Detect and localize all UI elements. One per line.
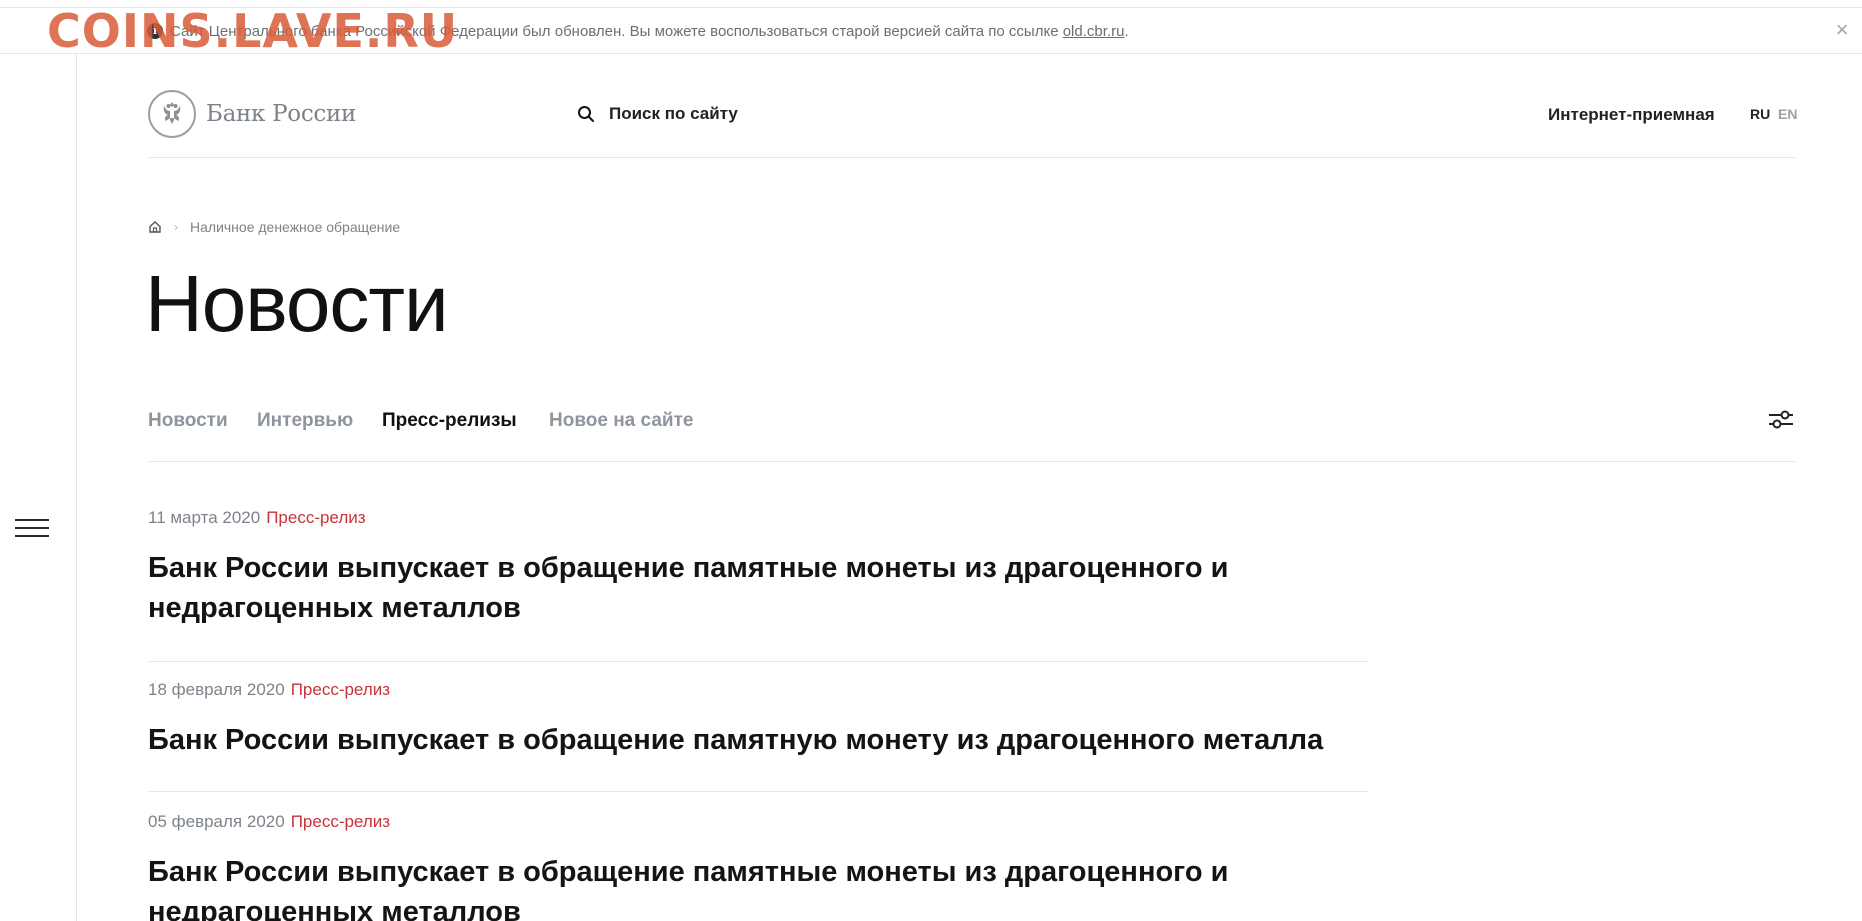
search-label: Поиск по сайту [609, 104, 738, 123]
news-meta: 11 марта 2020 Пресс-релиз [148, 508, 1368, 528]
news-type-link[interactable]: Пресс-релиз [266, 508, 365, 527]
tab-press-releases[interactable]: Пресс-релизы [382, 410, 517, 432]
notice-suffix: . [1124, 23, 1129, 40]
news-type-link[interactable]: Пресс-релиз [291, 680, 390, 699]
news-item: 18 февраля 2020 Пресс-релиз Банк России в… [148, 680, 1368, 792]
news-type-link[interactable]: Пресс-релиз [291, 812, 390, 831]
divider [148, 791, 1368, 792]
news-date: 18 февраля 2020 [148, 680, 285, 699]
eagle-emblem-icon [148, 90, 196, 138]
news-date: 05 февраля 2020 [148, 812, 285, 831]
logo-text: Банк России [206, 101, 357, 127]
news-meta: 05 февраля 2020 Пресс-релиз [148, 812, 1368, 832]
watermark: COINS.LAVE.RU [47, 4, 459, 58]
tab-interviews[interactable]: Интервью [257, 410, 353, 432]
menu-icon[interactable] [15, 519, 49, 537]
close-icon[interactable]: × [1830, 18, 1854, 42]
logo[interactable]: Банк России [148, 90, 356, 138]
lang-en[interactable]: EN [1778, 106, 1797, 122]
lang-ru[interactable]: RU [1750, 106, 1770, 122]
news-meta: 18 февраля 2020 Пресс-релиз [148, 680, 1368, 700]
search-button[interactable]: Поиск по сайту [577, 104, 738, 124]
news-date: 11 марта 2020 [148, 508, 261, 527]
filter-icon[interactable] [1766, 404, 1796, 434]
tab-news[interactable]: Новости [148, 410, 228, 432]
breadcrumb-separator: › [174, 220, 178, 234]
news-tabs: Новости Интервью Пресс-релизы Новое на с… [148, 410, 1796, 462]
news-headline[interactable]: Банк России выпускает в обращение памятн… [148, 720, 1368, 760]
left-rail [0, 54, 77, 921]
search-icon [578, 106, 594, 122]
page-title: Новости [145, 259, 449, 348]
internet-reception-link[interactable]: Интернет-приемная [1548, 105, 1715, 125]
home-icon[interactable] [148, 220, 162, 234]
breadcrumb: › Наличное денежное обращение [148, 219, 400, 235]
divider [148, 661, 1368, 662]
news-item: 11 марта 2020 Пресс-релиз Банк России вып… [148, 508, 1368, 662]
news-headline[interactable]: Банк России выпускает в обращение памятн… [148, 852, 1368, 921]
site-header: Банк России Поиск по сайту Интернет-прие… [148, 54, 1797, 158]
news-item: 05 февраля 2020 Пресс-релиз Банк России в… [148, 812, 1368, 921]
news-headline[interactable]: Банк России выпускает в обращение памятн… [148, 548, 1368, 628]
breadcrumb-item[interactable]: Наличное денежное обращение [190, 219, 400, 235]
tab-new-on-site[interactable]: Новое на сайте [549, 410, 693, 432]
old-site-link[interactable]: old.cbr.ru [1063, 23, 1125, 40]
